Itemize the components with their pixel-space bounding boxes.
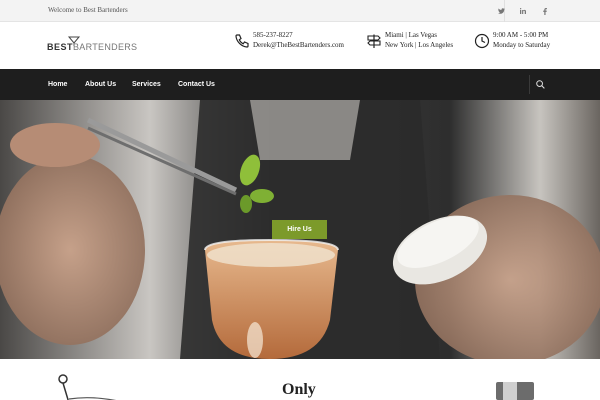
hours-info: 9:00 AM - 5:00 PM Monday to Saturday bbox=[474, 30, 564, 60]
locations-line-1: Miami | Las Vegas bbox=[385, 31, 438, 39]
hours-line-2: Monday to Saturday bbox=[493, 41, 551, 49]
hero-banner: Hire Us bbox=[0, 100, 600, 359]
signpost-icon bbox=[367, 34, 381, 48]
main-nav: Home About Us Services Contact Us bbox=[0, 69, 600, 100]
section-heading: Only bbox=[282, 381, 316, 398]
bar-tools-illustration bbox=[58, 374, 116, 400]
clock-icon bbox=[474, 33, 490, 49]
phone-number[interactable]: 585-237-8227 bbox=[253, 31, 293, 39]
hire-us-button[interactable]: Hire Us bbox=[272, 220, 327, 239]
phone-icon bbox=[235, 34, 249, 48]
logo-text-best: BEST bbox=[47, 42, 74, 52]
content-section: Only bbox=[0, 359, 600, 400]
locations-line-2: New York | Los Angeles bbox=[385, 41, 454, 49]
welcome-text: Welcome to Best Bartenders bbox=[48, 6, 128, 14]
twitter-icon[interactable] bbox=[494, 0, 508, 22]
nav-item-about-us[interactable]: About Us bbox=[85, 69, 116, 100]
search-icon bbox=[536, 80, 545, 89]
site-logo[interactable]: BEST BARTENDERS bbox=[47, 36, 137, 58]
nav-item-services[interactable]: Services bbox=[132, 69, 161, 100]
social-links bbox=[494, 0, 552, 22]
nav-item-home[interactable]: Home bbox=[48, 69, 67, 100]
locations-info: Miami | Las Vegas New York | Los Angeles bbox=[366, 30, 466, 60]
facebook-icon[interactable] bbox=[538, 0, 552, 22]
top-bar: Welcome to Best Bartenders bbox=[0, 0, 600, 22]
shaker-illustration bbox=[496, 382, 534, 400]
site-header: BEST BARTENDERS 585-237-8227 Derek@TheBe… bbox=[0, 22, 600, 69]
hours-line-1: 9:00 AM - 5:00 PM bbox=[493, 31, 549, 39]
contact-info: 585-237-8227 Derek@TheBestBartenders.com bbox=[234, 30, 354, 60]
search-button[interactable] bbox=[529, 75, 551, 94]
logo-text-bartenders: BARTENDERS bbox=[73, 42, 138, 52]
linkedin-icon[interactable] bbox=[516, 0, 530, 22]
email-address[interactable]: Derek@TheBestBartenders.com bbox=[253, 41, 344, 49]
nav-item-contact-us[interactable]: Contact Us bbox=[178, 69, 215, 100]
